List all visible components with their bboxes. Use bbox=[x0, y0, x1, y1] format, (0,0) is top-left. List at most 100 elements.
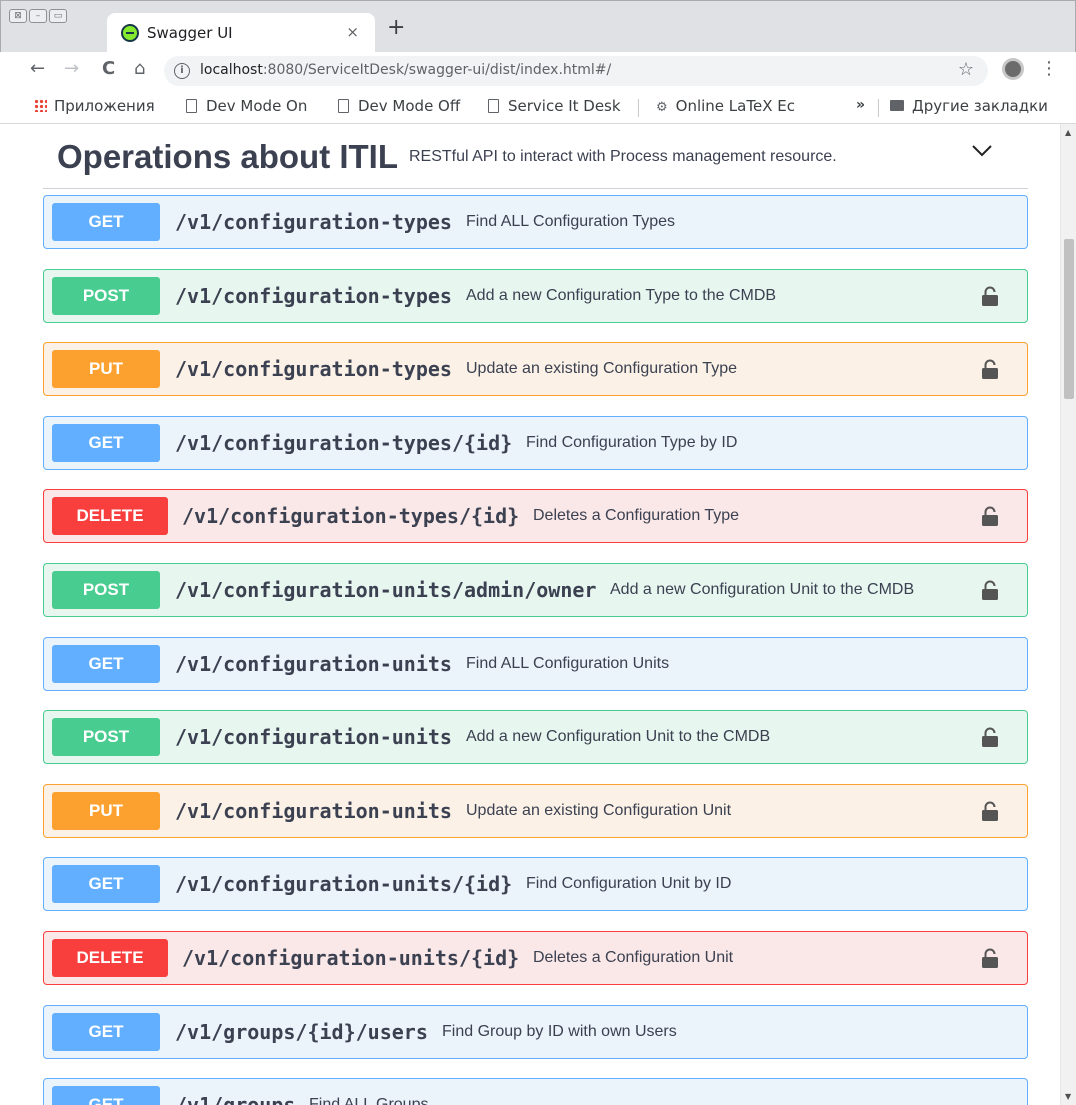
opblock-get[interactable]: GET/v1/groups Find ALL Groups bbox=[43, 1078, 1028, 1105]
lock-icon[interactable] bbox=[981, 506, 999, 526]
home-icon[interactable]: ⌂ bbox=[134, 58, 145, 79]
bookmark-other-folder[interactable]: Другие закладки bbox=[890, 97, 1048, 115]
method-badge: GET bbox=[52, 1086, 160, 1105]
method-badge: GET bbox=[52, 203, 160, 241]
tab-title: Swagger UI bbox=[147, 24, 233, 42]
bookmarks-bar: Приложения Dev Mode On Dev Mode Off Serv… bbox=[0, 90, 1076, 124]
section-description: RESTful API to interact with Process man… bbox=[409, 148, 837, 165]
url-path: :8080/ServiceItDesk/swagger-ui/dist/inde… bbox=[262, 62, 612, 78]
url-text[interactable]: localhost:8080/ServiceItDesk/swagger-ui/… bbox=[200, 62, 611, 78]
opblock-get[interactable]: GET/v1/configuration-units/{id} Find Conf… bbox=[43, 857, 1028, 911]
browser-tab[interactable]: Swagger UI × bbox=[107, 13, 375, 53]
lock-icon[interactable] bbox=[981, 286, 999, 306]
method-badge: GET bbox=[52, 424, 160, 462]
folder-icon bbox=[890, 100, 904, 111]
lock-icon[interactable] bbox=[981, 948, 999, 968]
endpoint-summary: Update an existing Configuration Type bbox=[466, 360, 737, 377]
bookmark-dev-mode-on[interactable]: Dev Mode On bbox=[186, 97, 307, 115]
endpoint-path: /v1/configuration-units bbox=[175, 725, 452, 749]
bookmark-apps-label: Приложения bbox=[54, 97, 155, 115]
opblock-get[interactable]: GET/v1/configuration-types/{id} Find Conf… bbox=[43, 416, 1028, 470]
bookmark-apps[interactable]: Приложения bbox=[34, 97, 155, 115]
endpoint-path: /v1/configuration-types/{id} bbox=[182, 504, 520, 528]
back-arrow-icon[interactable]: ← bbox=[30, 58, 45, 79]
bookmark-dev-mode-off[interactable]: Dev Mode Off bbox=[338, 97, 460, 115]
window-maximize-button[interactable]: ▭ bbox=[49, 9, 67, 23]
bookmark-star-icon[interactable]: ☆ bbox=[958, 59, 974, 80]
chevron-down-icon[interactable] bbox=[971, 144, 993, 158]
endpoint-path: /v1/configuration-types/{id} bbox=[175, 431, 513, 455]
lock-icon[interactable] bbox=[981, 359, 999, 379]
scroll-down-arrow-icon[interactable]: ▼ bbox=[1065, 1092, 1071, 1101]
bookmark-divider bbox=[638, 99, 639, 117]
opblock-put[interactable]: PUT/v1/configuration-types Update an exis… bbox=[43, 342, 1028, 396]
bookmark-divider bbox=[878, 99, 879, 117]
bookmark-label: Service It Desk bbox=[508, 97, 621, 115]
lock-icon[interactable] bbox=[981, 580, 999, 600]
endpoint-path: /v1/groups/{id}/users bbox=[175, 1020, 428, 1044]
opblock-get[interactable]: GET/v1/configuration-units Find ALL Confi… bbox=[43, 637, 1028, 691]
endpoint-summary: Add a new Configuration Type to the CMDB bbox=[466, 287, 777, 304]
window-minimize-button[interactable]: – bbox=[29, 9, 47, 23]
bookmark-label: Online LaTeX Ec bbox=[675, 97, 795, 115]
opblock-post[interactable]: POST/v1/configuration-types Add a new Con… bbox=[43, 269, 1028, 323]
endpoint-path: /v1/configuration-units/{id} bbox=[182, 946, 520, 970]
swagger-favicon-icon bbox=[121, 24, 139, 42]
method-badge: POST bbox=[52, 277, 160, 315]
lock-icon[interactable] bbox=[981, 801, 999, 821]
vertical-scrollbar[interactable]: ▲ ▼ bbox=[1060, 124, 1076, 1105]
browser-menu-icon[interactable]: ⋮ bbox=[1040, 58, 1058, 79]
opblock-post[interactable]: POST/v1/configuration-units/admin/owner A… bbox=[43, 563, 1028, 617]
endpoint-path: /v1/groups bbox=[175, 1093, 296, 1105]
site-info-icon[interactable]: i bbox=[174, 63, 190, 79]
bookmark-label: Dev Mode Off bbox=[358, 97, 461, 115]
page-icon bbox=[186, 99, 197, 113]
endpoint-path: /v1/configuration-types bbox=[175, 210, 452, 234]
tab-close-icon[interactable]: × bbox=[346, 23, 359, 41]
endpoint-summary: Deletes a Configuration Type bbox=[533, 507, 740, 524]
profile-avatar-icon[interactable] bbox=[1002, 58, 1024, 80]
window-close-button[interactable]: ⊠ bbox=[9, 9, 27, 23]
url-host: localhost bbox=[200, 62, 263, 78]
browser-tab-bar: ⊠ – ▭ Swagger UI × + bbox=[0, 0, 1076, 53]
page-icon bbox=[338, 99, 349, 113]
opblock-post[interactable]: POST/v1/configuration-units Add a new Con… bbox=[43, 710, 1028, 764]
method-badge: PUT bbox=[52, 350, 160, 388]
endpoint-path: /v1/configuration-types bbox=[175, 284, 452, 308]
endpoint-summary: Find ALL Groups bbox=[309, 1096, 429, 1105]
window-controls: ⊠ – ▭ bbox=[9, 9, 67, 23]
endpoint-summary: Deletes a Configuration Unit bbox=[533, 949, 734, 966]
endpoint-path: /v1/configuration-types bbox=[175, 357, 452, 381]
method-badge: GET bbox=[52, 1013, 160, 1051]
endpoint-path: /v1/configuration-units bbox=[175, 799, 452, 823]
method-badge: DELETE bbox=[52, 497, 168, 535]
method-badge: GET bbox=[52, 865, 160, 903]
browser-toolbar: ← → C ⌂ i localhost:8080/ServiceItDesk/s… bbox=[0, 52, 1076, 90]
scrollbar-thumb[interactable] bbox=[1064, 239, 1074, 399]
opblock-delete[interactable]: DELETE/v1/configuration-types/{id} Delete… bbox=[43, 489, 1028, 543]
lock-icon[interactable] bbox=[981, 727, 999, 747]
opblock-get[interactable]: GET/v1/groups/{id}/users Find Group by ID… bbox=[43, 1005, 1028, 1059]
endpoint-path: /v1/configuration-units bbox=[175, 652, 452, 676]
new-tab-button[interactable]: + bbox=[387, 17, 405, 39]
forward-arrow-icon[interactable]: → bbox=[64, 58, 79, 79]
bookmark-latex[interactable]: ⚙ Online LaTeX Ec bbox=[656, 97, 795, 115]
address-bar[interactable]: i localhost:8080/ServiceItDesk/swagger-u… bbox=[164, 56, 988, 86]
bookmark-service-it-desk[interactable]: Service It Desk bbox=[488, 97, 621, 115]
apps-grid-icon bbox=[34, 99, 47, 112]
reload-icon[interactable]: C bbox=[102, 58, 115, 79]
opblock-delete[interactable]: DELETE/v1/configuration-units/{id} Delete… bbox=[43, 931, 1028, 985]
endpoint-summary: Add a new Configuration Unit to the CMDB bbox=[610, 581, 915, 598]
method-badge: POST bbox=[52, 571, 160, 609]
endpoint-summary: Find Configuration Type by ID bbox=[526, 434, 738, 451]
operations-section-header[interactable]: Operations about ITIL RESTful API to int… bbox=[43, 124, 1028, 189]
opblock-put[interactable]: PUT/v1/configuration-units Update an exis… bbox=[43, 784, 1028, 838]
section-title: Operations about ITIL bbox=[57, 138, 399, 175]
endpoint-summary: Update an existing Configuration Unit bbox=[466, 802, 732, 819]
more-bookmarks-chevron-icon[interactable]: » bbox=[856, 97, 865, 113]
endpoint-summary: Find Group by ID with own Users bbox=[442, 1023, 677, 1040]
opblock-get[interactable]: GET/v1/configuration-types Find ALL Confi… bbox=[43, 195, 1028, 249]
bookmark-other-label: Другие закладки bbox=[912, 97, 1048, 115]
scroll-up-arrow-icon[interactable]: ▲ bbox=[1065, 128, 1071, 137]
endpoint-path: /v1/configuration-units/admin/owner bbox=[175, 578, 597, 602]
